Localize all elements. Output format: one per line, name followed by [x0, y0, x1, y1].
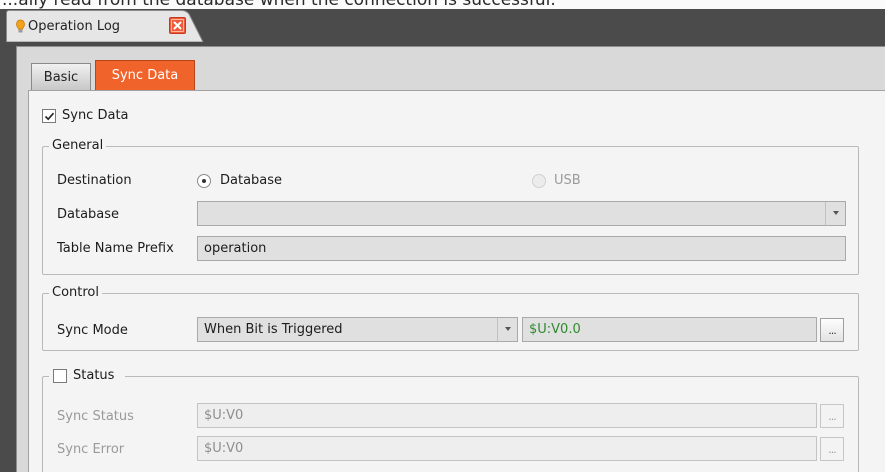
tab-sync-data[interactable]: Sync Data: [95, 60, 195, 90]
sync-status-browse-button[interactable]: ...: [820, 404, 844, 428]
sync-error-browse-button[interactable]: ...: [820, 437, 844, 461]
usb-radio-label: USB: [554, 173, 581, 188]
chevron-down-icon[interactable]: [497, 318, 517, 341]
sync-status-input[interactable]: $U:V0: [197, 403, 817, 428]
destination-label: Destination: [57, 173, 132, 188]
checkmark-icon: [44, 112, 55, 121]
status-checkbox[interactable]: [53, 369, 67, 383]
close-icon: [173, 21, 182, 30]
sync-data-label: Sync Data: [62, 108, 129, 123]
sync-status-label: Sync Status: [57, 409, 134, 424]
chevron-down-icon[interactable]: [825, 202, 845, 225]
database-radio-label: Database: [220, 173, 283, 188]
sync-error-input[interactable]: $U:V0: [197, 436, 817, 461]
database-radio[interactable]: [197, 174, 211, 188]
database-label: Database: [57, 207, 120, 222]
control-legend: Control: [49, 285, 102, 300]
document-tab[interactable]: Operation Log: [6, 10, 204, 42]
database-select[interactable]: [197, 201, 846, 226]
operation-log-icon: [16, 19, 25, 33]
top-text-strip: ...ally read from the database when the …: [0, 0, 885, 9]
sync-mode-label: Sync Mode: [57, 323, 128, 338]
sync-mode-select[interactable]: When Bit is Triggered: [197, 317, 518, 342]
usb-radio[interactable]: [532, 174, 546, 188]
sync-mode-browse-button[interactable]: ...: [820, 318, 844, 342]
document-tab-label: Operation Log: [28, 19, 121, 34]
top-text: ...ally read from the database when the …: [2, 0, 556, 9]
close-tab-button[interactable]: [169, 17, 186, 34]
table-name-prefix-label: Table Name Prefix: [57, 241, 174, 256]
table-name-prefix-input[interactable]: operation: [197, 236, 846, 261]
sync-mode-value: When Bit is Triggered: [204, 322, 343, 337]
general-legend: General: [49, 138, 107, 153]
status-label: Status: [73, 368, 115, 383]
sync-data-checkbox[interactable]: [42, 109, 56, 123]
tab-basic[interactable]: Basic: [31, 63, 91, 90]
sync-error-label: Sync Error: [57, 442, 125, 457]
sync-mode-address-input[interactable]: $U:V0.0: [522, 317, 817, 342]
